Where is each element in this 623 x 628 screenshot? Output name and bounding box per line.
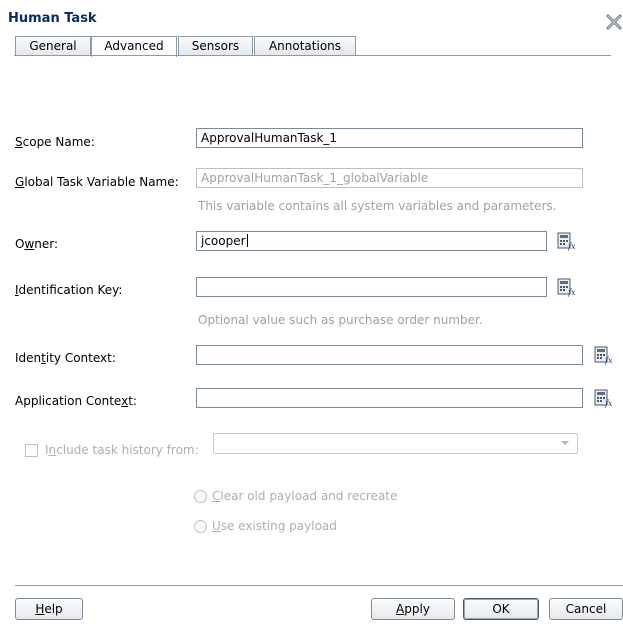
expression-builder-icon[interactable]: fx bbox=[593, 388, 613, 408]
svg-text:fx: fx bbox=[604, 356, 613, 365]
scope-name-label: Scope Name: bbox=[15, 135, 95, 149]
identity-context-input[interactable] bbox=[196, 345, 583, 365]
dialog-title: Human Task bbox=[8, 11, 97, 26]
button-bar-separator bbox=[15, 585, 623, 586]
expression-builder-icon[interactable]: fx bbox=[593, 345, 613, 365]
global-task-variable-label: Global Task Variable Name: bbox=[15, 175, 179, 189]
identification-key-input[interactable] bbox=[196, 277, 547, 297]
owner-input[interactable]: jcooper bbox=[196, 231, 547, 251]
global-variable-hint: This variable contains all system variab… bbox=[198, 199, 557, 213]
application-context-input[interactable] bbox=[196, 388, 583, 408]
tab-label: Advanced bbox=[104, 39, 164, 53]
owner-label: Owner: bbox=[15, 237, 59, 251]
radio-use-existing-payload-label: Use existing payload bbox=[212, 519, 337, 533]
svg-text:fx: fx bbox=[567, 242, 576, 251]
scope-name-input[interactable]: ApprovalHumanTask_1 bbox=[196, 128, 583, 148]
identification-key-hint: Optional value such as purchase order nu… bbox=[198, 313, 483, 327]
chevron-down-icon bbox=[561, 441, 569, 445]
svg-text:fx: fx bbox=[567, 288, 576, 297]
tab-general[interactable]: General bbox=[15, 36, 91, 56]
radio-clear-payload-label: Clear old payload and recreate bbox=[212, 489, 398, 503]
close-icon[interactable] bbox=[605, 13, 623, 31]
help-button[interactable]: Help bbox=[15, 598, 83, 620]
tab-label: Annotations bbox=[268, 39, 342, 53]
include-history-checkbox[interactable] bbox=[25, 444, 38, 457]
tab-strip-border bbox=[14, 55, 611, 56]
ok-button[interactable]: OK bbox=[463, 598, 539, 620]
identification-key-label: Identification Key: bbox=[15, 283, 123, 297]
tab-annotations[interactable]: Annotations bbox=[254, 36, 356, 56]
expression-builder-icon[interactable]: fx bbox=[556, 231, 576, 251]
svg-text:fx: fx bbox=[604, 399, 613, 408]
global-task-variable-field: ApprovalHumanTask_1_globalVariable bbox=[196, 168, 583, 188]
history-source-select[interactable] bbox=[213, 433, 578, 454]
application-context-label: Application Context: bbox=[15, 394, 137, 408]
radio-use-existing-payload[interactable] bbox=[194, 520, 207, 533]
apply-button[interactable]: Apply bbox=[371, 598, 455, 620]
cancel-button[interactable]: Cancel bbox=[549, 598, 623, 620]
tab-sensors[interactable]: Sensors bbox=[178, 36, 253, 56]
tab-label: Sensors bbox=[191, 39, 240, 53]
radio-clear-payload[interactable] bbox=[194, 490, 207, 503]
text-caret bbox=[246, 234, 248, 247]
identity-context-label: Identity Context: bbox=[15, 351, 116, 365]
expression-builder-icon[interactable]: fx bbox=[556, 277, 576, 297]
include-history-label: Include task history from: bbox=[45, 443, 199, 457]
tab-label: General bbox=[29, 39, 77, 53]
tab-advanced[interactable]: Advanced bbox=[91, 36, 177, 57]
